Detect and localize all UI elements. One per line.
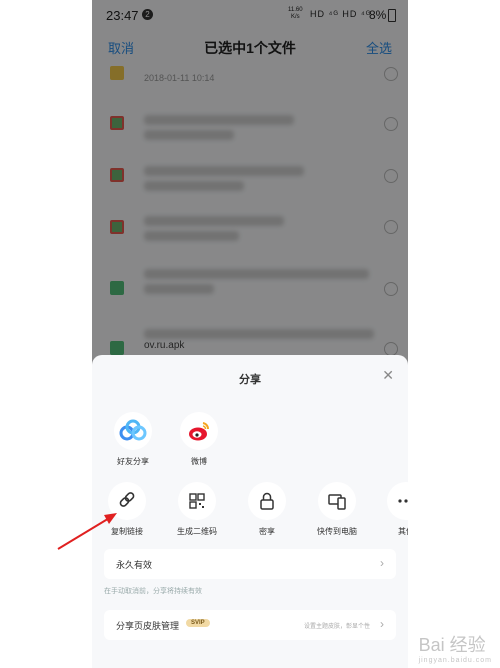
arrow-line bbox=[57, 516, 112, 550]
watermark-sub: jingyan.baidu.com bbox=[418, 657, 492, 664]
annotation-arrow bbox=[57, 513, 117, 550]
watermark: Bai 经验 jingyan.baidu.com bbox=[419, 631, 492, 664]
watermark-text: Bai 经验 bbox=[418, 635, 486, 655]
arrow-head bbox=[104, 513, 117, 524]
